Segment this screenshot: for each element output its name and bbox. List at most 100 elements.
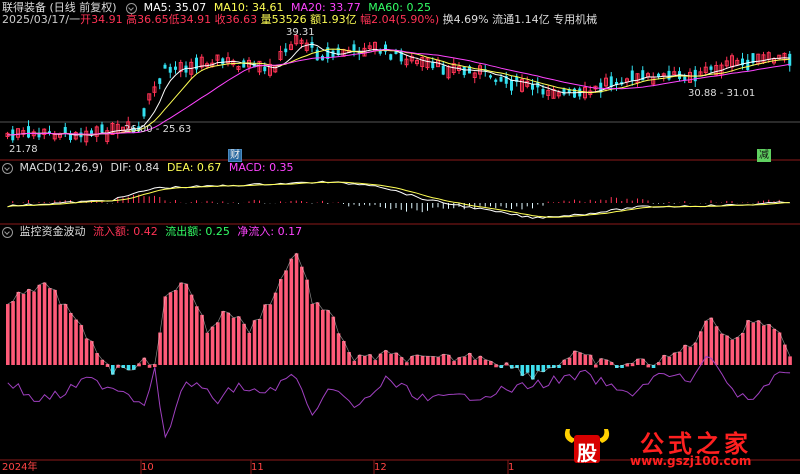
quote-volume: 量53526 <box>260 13 307 26</box>
inflow-bar <box>746 320 750 365</box>
inflow-bar <box>693 342 698 365</box>
watermark-logo: 股 <box>560 421 614 467</box>
candle-down <box>630 70 634 81</box>
inflow-bar <box>567 357 572 365</box>
macd-header: MACD(12,26,9) DIF: 0.84 DEA: 0.67 MACD: … <box>2 162 294 174</box>
inflow-bar <box>79 325 84 365</box>
candle-down <box>667 70 671 80</box>
inflow-bar <box>247 332 252 365</box>
inflow-bar <box>331 316 336 365</box>
inflow-bar <box>699 331 703 365</box>
inflow-bar <box>384 350 388 365</box>
candle-down <box>221 58 225 65</box>
candle-down <box>158 78 162 84</box>
quote-low: 低34.91 <box>168 13 212 26</box>
quote-float-cap: 流通1.14亿 <box>492 13 550 26</box>
inflow-bar <box>436 357 441 365</box>
inflow-bar <box>321 309 325 365</box>
candle-down <box>142 108 146 117</box>
inflow-bar <box>315 302 320 365</box>
dea-line <box>7 181 790 218</box>
macd-panel[interactable] <box>7 180 791 219</box>
inflow-bar <box>147 364 152 368</box>
inflow-bar <box>431 356 435 365</box>
inflow-bar <box>48 288 52 365</box>
inflow-bar <box>678 351 682 365</box>
inflow-bar <box>158 332 162 365</box>
inflow-bar <box>352 360 357 365</box>
inflow-bar <box>289 258 294 365</box>
inflow-bar <box>69 312 73 365</box>
macd-settings-icon[interactable] <box>2 162 13 174</box>
low-price-label: 21.78 <box>9 144 38 155</box>
macd-dea: DEA: 0.67 <box>166 161 222 174</box>
candle-down <box>168 66 172 73</box>
quote-industry: 专用机械 <box>553 13 598 26</box>
inflow-bar <box>179 282 183 365</box>
inflow-bar <box>725 335 729 365</box>
candle-down <box>709 66 713 70</box>
inflow-bar <box>767 324 771 365</box>
inflow-bar <box>688 347 693 365</box>
inflow-bar <box>21 294 26 365</box>
watermark-logo-char: 股 <box>577 441 597 465</box>
inflow-bar <box>252 320 257 365</box>
candle-down <box>494 79 498 82</box>
inflow-bar <box>268 304 273 365</box>
inflow-bar <box>195 306 199 365</box>
candle-down <box>263 66 267 72</box>
inflow-bar <box>58 304 63 365</box>
inflow-bar <box>452 361 456 365</box>
inflow-bar <box>363 356 367 365</box>
inflow-bar <box>420 355 425 365</box>
inflow-bar <box>373 360 378 365</box>
inflow-bar <box>777 332 782 365</box>
inflow-bar <box>735 337 740 365</box>
monitor-title: 监控资金波动 <box>19 225 86 238</box>
candle-down <box>163 64 167 69</box>
quote-open: 开34.91 <box>80 13 123 26</box>
range-right-label: 30.88 - 31.01 <box>688 88 756 99</box>
candle-down <box>441 65 445 75</box>
candle-down <box>499 77 503 82</box>
inflow-bar <box>226 312 231 365</box>
inflow-bar <box>741 332 745 365</box>
candle-down <box>462 66 466 76</box>
outflow-bar <box>111 365 115 375</box>
inflow-bar <box>762 325 766 365</box>
quote-close: 收36.63 <box>214 13 258 26</box>
monitor-settings-icon[interactable] <box>2 226 13 238</box>
indicator-settings-icon[interactable] <box>126 2 138 14</box>
candle-down <box>746 59 750 71</box>
inflow-bar <box>184 283 189 365</box>
inflow-bar <box>237 316 241 365</box>
candle-down <box>389 54 393 60</box>
peak-price-label: 39.31 <box>286 27 315 38</box>
inflow-bar <box>63 304 68 365</box>
inflow-bar <box>16 291 21 365</box>
inflow-bar <box>578 352 582 365</box>
inflow-bar <box>42 282 47 365</box>
outflow-bar <box>536 365 540 371</box>
inflow-bar <box>462 356 467 365</box>
monitor-inflow: 流入额: 0.42 <box>93 225 158 238</box>
macd-title: MACD(12,26,9) <box>19 161 104 174</box>
inflow-bar <box>231 317 236 365</box>
fund-flow-panel[interactable] <box>6 252 792 439</box>
panel-gridlines <box>0 121 800 474</box>
candle-down <box>510 79 513 91</box>
inflow-bar <box>168 292 173 365</box>
inflow-bar <box>242 323 246 365</box>
inflow-bar <box>305 279 309 365</box>
inflow-bar <box>751 322 756 365</box>
reduction-badge[interactable]: 减 <box>757 149 771 162</box>
candle-down <box>531 84 534 90</box>
inflow-bar <box>216 322 220 365</box>
quote-high: 高36.65 <box>126 13 169 26</box>
inflow-bar <box>6 304 10 365</box>
quote-line: 2025/03/17/一开34.91 高36.65低34.91 收36.63 量… <box>2 14 597 26</box>
inflow-bar <box>583 354 588 365</box>
inflow-bar <box>84 338 89 365</box>
watermark-url: www.gszj100.com <box>630 454 752 468</box>
inflow-bar <box>483 359 488 365</box>
